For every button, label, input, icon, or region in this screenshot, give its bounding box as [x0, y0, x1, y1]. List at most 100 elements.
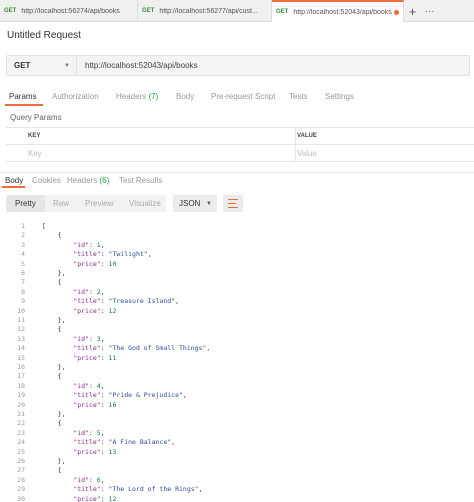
new-tab-button[interactable]: + [404, 0, 421, 22]
code-text: { [42, 278, 62, 287]
response-tab-body[interactable]: Body [5, 176, 23, 185]
response-tab-test-results[interactable]: Test Results [119, 176, 163, 185]
code-text: "id": 1, [73, 240, 105, 249]
response-tab-cookies[interactable]: Cookies [32, 176, 61, 185]
code-text: "title": "Pride & Prejudice", [73, 391, 187, 400]
code-text: "title": "The God of Small Things", [73, 344, 211, 353]
code-text: "price": 13 [73, 447, 117, 456]
code-text: "price": 10 [73, 259, 117, 268]
line-number: 10 [17, 306, 25, 315]
line-number: 9 [21, 297, 25, 306]
code-text: { [42, 466, 62, 475]
wrap-lines-icon[interactable] [223, 195, 243, 212]
line-number: 21 [17, 410, 25, 418]
code-text: "price": 12 [73, 494, 117, 502]
line-number: 13 [17, 334, 25, 343]
query-params-table: KEY VALUE Key Value [6, 127, 474, 162]
line-number: 25 [17, 447, 25, 456]
tab-method: GET [4, 8, 17, 14]
view-mode-toolbar: Pretty Raw Preview Visualize [6, 195, 166, 212]
line-number: 3 [21, 240, 25, 249]
column-divider [295, 145, 296, 161]
line-number: 22 [17, 419, 25, 428]
value-field[interactable]: Value [297, 149, 317, 158]
code-text: "title": "Twilight", [73, 250, 152, 259]
active-tab-indicator [5, 104, 43, 106]
line-number: 30 [17, 494, 25, 502]
line-number: 24 [17, 438, 25, 447]
code-text: { [42, 372, 62, 381]
line-number: 5 [21, 259, 25, 268]
code-text: [ [42, 222, 46, 230]
tab-method: GET [142, 8, 155, 14]
request-tab-1[interactable]: GET http://localhost:56274/api/books [0, 0, 138, 22]
response-tabs: Body Cookies Headers (6) Test Results [0, 172, 474, 188]
key-field[interactable]: Key [28, 149, 42, 158]
code-text: }, [42, 363, 66, 371]
format-label: JSON [179, 199, 201, 208]
line-number: 12 [17, 325, 25, 334]
line-number: 15 [17, 353, 25, 362]
pretty-button[interactable]: Pretty [15, 199, 36, 208]
code-text: "id": 6, [73, 475, 105, 484]
line-number: 16 [17, 363, 25, 371]
line-number: 20 [17, 400, 25, 409]
code-text: }, [42, 410, 66, 418]
method-select[interactable]: GET ▼ [7, 56, 77, 75]
response-tab-headers-label: Headers [67, 176, 98, 185]
code-text: }, [42, 269, 66, 277]
method-label: GET [14, 61, 31, 70]
raw-button[interactable]: Raw [53, 199, 69, 208]
request-title[interactable]: Untitled Request [7, 30, 81, 41]
tab-params[interactable]: Params [9, 92, 37, 101]
tab-strip: GET http://localhost:56274/api/books GET… [0, 0, 474, 22]
line-number: 1 [21, 222, 25, 230]
tab-headers[interactable]: Headers (7) [116, 92, 158, 101]
request-tab-2[interactable]: GET http://localhost:56277/api/cust... [138, 0, 272, 22]
code-text: "id": 4, [73, 381, 105, 390]
line-number: 26 [17, 457, 25, 465]
line-number: 4 [21, 250, 25, 259]
code-text: "title": "Treasure Island", [73, 297, 179, 306]
line-number: 28 [17, 475, 25, 484]
column-header-key: KEY [28, 133, 41, 139]
unsaved-dot-icon [394, 9, 399, 15]
request-tab-3-active[interactable]: GET http://localhost:52043/api/books [272, 0, 404, 22]
tab-headers-label: Headers [116, 92, 147, 101]
tab-settings[interactable]: Settings [325, 92, 354, 101]
line-number: 19 [17, 391, 25, 400]
url-bar: GET ▼ http://localhost:52043/api/books [6, 55, 470, 76]
tab-url: http://localhost:56277/api/cust... [159, 7, 258, 15]
code-text: { [42, 325, 62, 334]
url-input[interactable]: http://localhost:52043/api/books [77, 61, 198, 70]
visualize-button[interactable]: Visualize [129, 199, 161, 208]
active-response-tab-indicator [2, 186, 25, 188]
table-row: Key Value [6, 145, 474, 162]
table-header-row: KEY VALUE [6, 128, 474, 145]
line-number: 6 [21, 269, 25, 277]
tab-authorization[interactable]: Authorization [52, 92, 99, 101]
code-text: }, [42, 316, 66, 324]
code-text: }, [42, 457, 66, 465]
more-tabs-button[interactable]: ··· [421, 0, 438, 22]
tab-body[interactable]: Body [176, 92, 194, 101]
line-number: 8 [21, 287, 25, 296]
chevron-down-icon: ▼ [206, 200, 212, 207]
line-number: 2 [21, 231, 25, 240]
response-body-viewer[interactable]: 1 [2 {3 "id": 1, 4 "title": "Twilight", 5 "… [0, 219, 474, 502]
code-text: "id": 5, [73, 428, 105, 437]
line-number: 29 [17, 485, 25, 494]
tab-tests[interactable]: Tests [289, 92, 308, 101]
code-text: "price": 12 [73, 306, 117, 315]
chevron-down-icon: ▼ [64, 62, 70, 69]
preview-button[interactable]: Preview [85, 199, 113, 208]
response-tab-headers[interactable]: Headers (6) [67, 176, 109, 185]
column-header-value: VALUE [297, 133, 317, 139]
code-text: "id": 2, [73, 287, 105, 296]
code-text: "price": 11 [73, 353, 117, 362]
tab-prerequest-script[interactable]: Pre-request Script [211, 92, 275, 101]
code-text: "id": 3, [73, 334, 105, 343]
line-number: 17 [17, 372, 25, 381]
code-text: { [42, 231, 62, 240]
format-select[interactable]: JSON ▼ [173, 195, 217, 212]
